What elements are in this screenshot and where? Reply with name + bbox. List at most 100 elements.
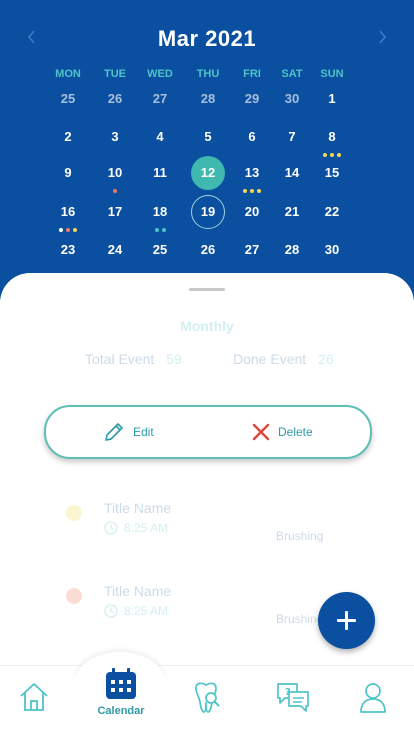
calendar-day-selected[interactable]: 19 (191, 195, 225, 229)
calendar-day[interactable]: 1 (315, 82, 349, 116)
day-number: 24 (107, 242, 123, 257)
home-icon (20, 683, 48, 711)
calendar-day[interactable]: 26 (191, 233, 225, 267)
month-title: Mar 2021 (157, 26, 257, 51)
calendar-day[interactable]: 2 (51, 120, 85, 154)
calendar-day[interactable]: 17 (98, 195, 132, 229)
calendar-day[interactable]: 16 (51, 195, 85, 232)
day-number: 15 (324, 165, 340, 180)
event-title: Title Name (104, 500, 172, 516)
calendar-day[interactable]: 14 (275, 156, 309, 190)
nav-calendar-label: Calendar (97, 705, 145, 717)
calendar-day[interactable]: 23 (51, 233, 85, 267)
edit-button[interactable]: Edit (103, 421, 154, 443)
close-icon (252, 423, 270, 441)
day-number: 23 (60, 242, 76, 257)
day-number: 3 (111, 129, 119, 144)
total-event-stat: Total Event 59 (85, 351, 182, 367)
event-indicator-dots (98, 189, 132, 193)
day-number: 11 (153, 165, 167, 180)
calendar-day[interactable]: 26 (98, 82, 132, 116)
day-number: 28 (200, 91, 216, 106)
calendar-day[interactable]: 28 (191, 82, 225, 116)
calendar-day[interactable]: 30 (315, 233, 349, 267)
weekday-sun: SUN (320, 68, 344, 80)
day-number: 16 (60, 204, 76, 219)
calendar-day[interactable]: 5 (191, 120, 225, 154)
day-number: 28 (284, 242, 300, 257)
calendar-day[interactable]: 18 (143, 195, 177, 232)
calendar-day[interactable]: 8 (315, 120, 349, 157)
day-number: 14 (284, 165, 300, 180)
calendar-day[interactable]: 6 (235, 120, 269, 154)
calendar-day[interactable]: 20 (235, 195, 269, 229)
day-number: 30 (324, 242, 340, 257)
calendar-day[interactable]: 30 (275, 82, 309, 116)
event-dot (250, 189, 254, 193)
calendar-day[interactable]: 3 (98, 120, 132, 154)
calendar-day[interactable]: 24 (98, 233, 132, 267)
calendar-day[interactable]: 29 (235, 82, 269, 116)
calendar-day[interactable]: 25 (143, 233, 177, 267)
nav-calendar[interactable]: Calendar (91, 666, 151, 726)
calendar-day[interactable]: 4 (143, 120, 177, 154)
weekday-fri: FRI (243, 68, 261, 80)
weekday-wed: WED (147, 68, 173, 80)
day-number: 1 (328, 91, 336, 106)
period-label[interactable]: Monthly (0, 318, 414, 334)
nav-dental[interactable] (176, 666, 236, 726)
day-number: 4 (156, 129, 164, 144)
day-number: 12 (200, 165, 216, 180)
event-time: 8:25 AM (104, 521, 168, 535)
delete-label: Delete (278, 425, 313, 439)
next-month-button[interactable] (375, 29, 391, 49)
calendar-day[interactable]: 22 (315, 195, 349, 229)
day-number: 26 (107, 91, 123, 106)
nav-profile[interactable] (343, 666, 403, 726)
calendar-day[interactable]: 15 (315, 156, 349, 190)
event-dot (257, 189, 261, 193)
event-color-dot (66, 588, 82, 604)
calendar-day[interactable]: 21 (275, 195, 309, 229)
nav-home[interactable] (4, 666, 64, 726)
chat-question-icon: ? (277, 683, 309, 712)
calendar-day[interactable]: 28 (275, 233, 309, 267)
calendar-day[interactable]: 27 (143, 82, 177, 116)
event-dot (59, 228, 63, 232)
event-dot (66, 228, 70, 232)
day-number: 6 (248, 129, 256, 144)
day-number: 7 (288, 129, 296, 144)
event-dot (73, 228, 77, 232)
calendar-day[interactable]: 10 (98, 156, 132, 193)
calendar-day[interactable]: 13 (235, 156, 269, 193)
calendar-day[interactable]: 25 (51, 82, 85, 116)
nav-faq[interactable]: ? (262, 666, 322, 726)
calendar-day[interactable]: 9 (51, 156, 85, 190)
day-number: 22 (324, 204, 340, 219)
day-number: 26 (200, 242, 216, 257)
day-number: 25 (60, 91, 76, 106)
event-color-dot (66, 505, 82, 521)
total-event-value: 59 (166, 351, 182, 367)
day-number: 27 (244, 242, 260, 257)
add-event-button[interactable] (318, 592, 375, 649)
calendar-day[interactable]: 7 (275, 120, 309, 154)
event-tag: Brushing (276, 612, 324, 626)
drag-handle[interactable] (189, 288, 225, 291)
event-card[interactable]: Title Name 8:25 AM Brushing (44, 497, 368, 557)
day-number: 17 (107, 204, 123, 219)
calendar-day-today[interactable]: 12 (191, 156, 225, 190)
total-event-label: Total Event (85, 351, 155, 367)
event-indicator-dots (143, 228, 177, 232)
calendar-icon (106, 668, 136, 699)
user-icon (360, 683, 386, 713)
calendar-day[interactable]: 27 (235, 233, 269, 267)
event-dot (243, 189, 247, 193)
event-tag: Brushing (276, 529, 324, 543)
day-number: 29 (244, 91, 260, 106)
day-number: 5 (204, 129, 212, 144)
day-number: 19 (200, 204, 216, 219)
delete-button[interactable]: Delete (252, 421, 313, 443)
calendar-day[interactable]: 11 (143, 156, 177, 190)
event-indicator-dots (235, 189, 269, 193)
